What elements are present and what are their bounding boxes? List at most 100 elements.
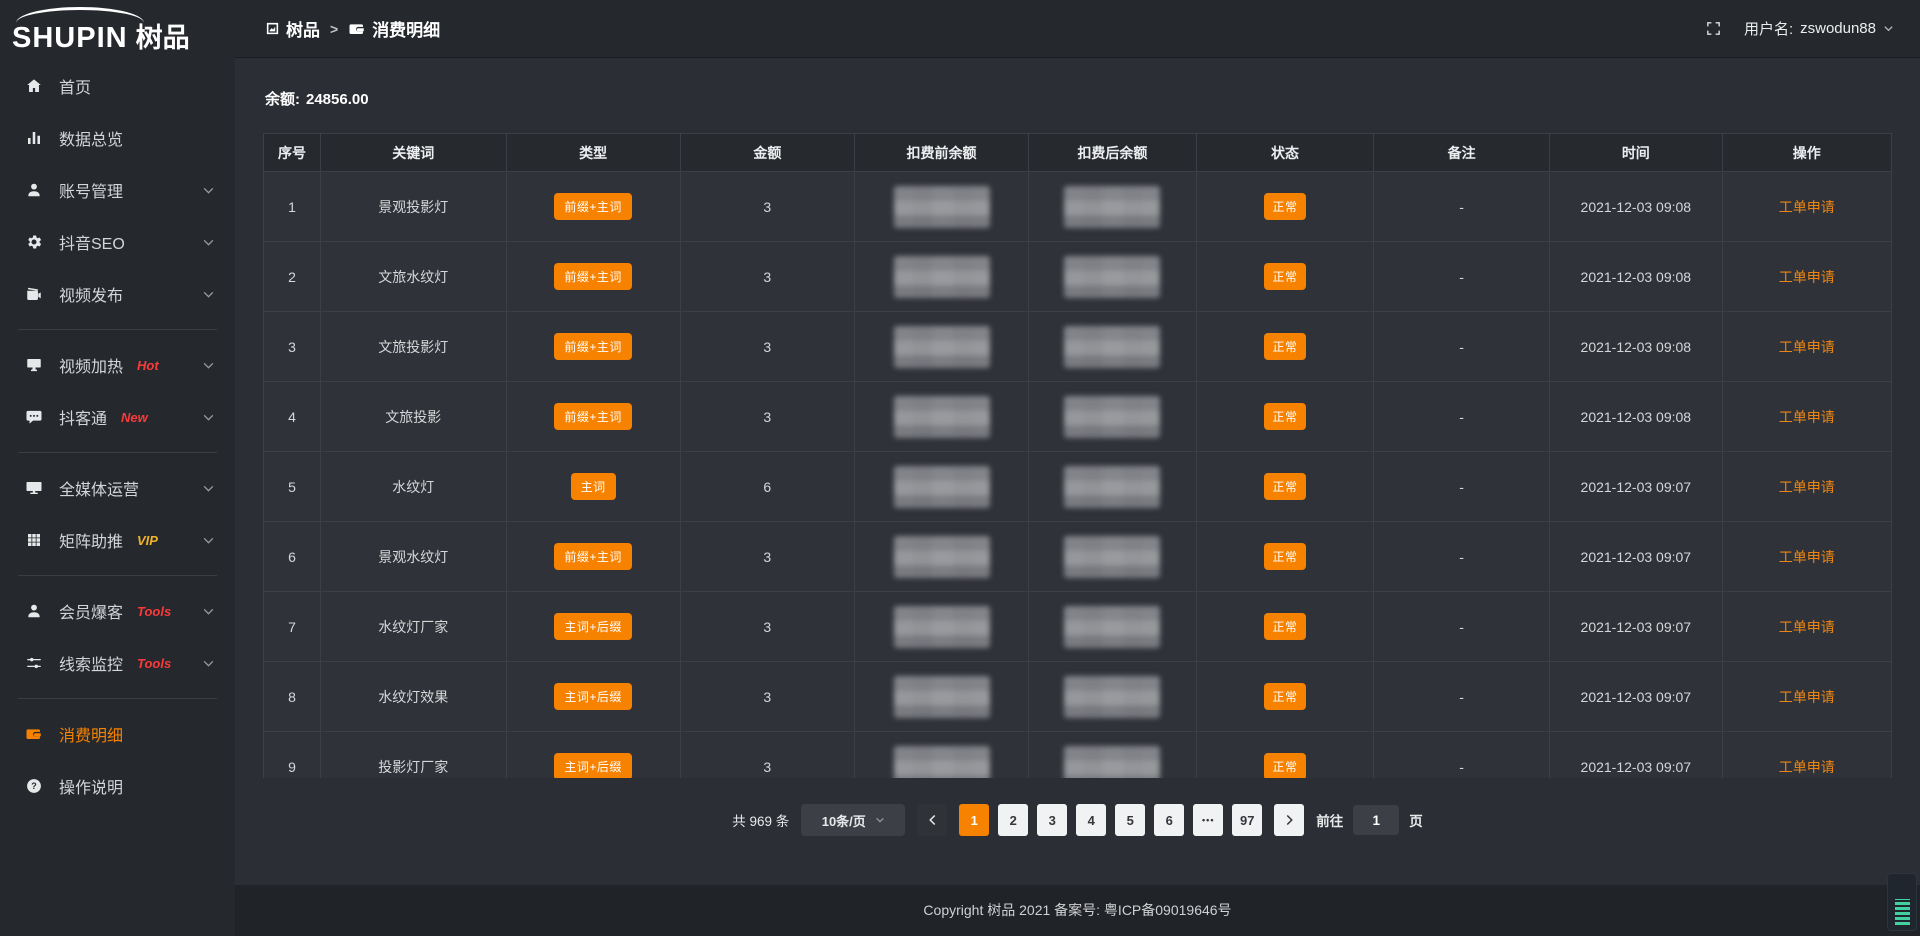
topbar: 树品>消费明细 用户名: zswodun88 xyxy=(235,0,1920,58)
work-order-link[interactable]: 工单申请 xyxy=(1779,339,1835,355)
user-dropdown[interactable]: 用户名: zswodun88 xyxy=(1744,18,1894,39)
wallet-icon xyxy=(348,20,366,38)
cell-amount: 3 xyxy=(680,382,854,452)
sidebar-item-tag: Hot xyxy=(137,358,159,373)
cell-action: 工单申请 xyxy=(1722,242,1891,312)
page-button-2[interactable]: 2 xyxy=(998,804,1028,836)
floating-corner-widget[interactable] xyxy=(1887,873,1917,931)
cell-remark: - xyxy=(1374,172,1550,242)
cell-status: 正常 xyxy=(1196,242,1373,312)
page-button-6[interactable]: 6 xyxy=(1154,804,1184,836)
work-order-link[interactable]: 工单申请 xyxy=(1779,549,1835,565)
balance: 余额:24856.00 xyxy=(265,88,1890,109)
sidebar-item-account-management[interactable]: 账号管理 xyxy=(0,164,235,216)
cell-type: 主词+后缀 xyxy=(506,592,680,662)
cell-status: 正常 xyxy=(1196,172,1373,242)
censored-value xyxy=(894,326,990,368)
cell-action: 工单申请 xyxy=(1722,592,1891,662)
work-order-link[interactable]: 工单申请 xyxy=(1779,199,1835,215)
cell-remark: - xyxy=(1374,382,1550,452)
page-button-1[interactable]: 1 xyxy=(959,804,989,836)
status-badge: 正常 xyxy=(1264,753,1305,778)
table-row: 1景观投影灯前缀+主词3正常-2021-12-03 09:08工单申请 xyxy=(264,172,1892,242)
status-badge: 正常 xyxy=(1264,333,1305,360)
sidebar-item-label: 操作说明 xyxy=(59,774,123,798)
prev-page-button[interactable] xyxy=(917,804,947,836)
cell-time: 2021-12-03 09:08 xyxy=(1550,312,1723,382)
work-order-link[interactable]: 工单申请 xyxy=(1779,479,1835,495)
consumption-table: 序号关键词类型金额扣费前余额扣费后余额状态备注时间操作 1景观投影灯前缀+主词3… xyxy=(263,133,1892,778)
cell-keyword: 投影灯厂家 xyxy=(320,732,506,779)
svg-text:?: ? xyxy=(31,781,37,791)
chevron-down-icon xyxy=(202,288,215,301)
status-badge: 正常 xyxy=(1264,683,1305,710)
cell-index: 3 xyxy=(264,312,321,382)
sidebar-item-home[interactable]: 首页 xyxy=(0,60,235,112)
page-button-3[interactable]: 3 xyxy=(1037,804,1067,836)
status-badge: 正常 xyxy=(1264,543,1305,570)
sidebar-item-data-overview[interactable]: 数据总览 xyxy=(0,112,235,164)
cell-status: 正常 xyxy=(1196,592,1373,662)
cell-amount: 3 xyxy=(680,592,854,662)
cell-keyword: 景观水纹灯 xyxy=(320,522,506,592)
cell-status: 正常 xyxy=(1196,312,1373,382)
main-area: 树品>消费明细 用户名: zswodun88 余额:24856.00 xyxy=(235,0,1920,936)
fullscreen-icon[interactable] xyxy=(1705,20,1722,37)
status-badge: 正常 xyxy=(1264,473,1305,500)
status-badge: 正常 xyxy=(1264,193,1305,220)
page-button-97[interactable]: 97 xyxy=(1232,804,1262,836)
work-order-link[interactable]: 工单申请 xyxy=(1779,409,1835,425)
page-button-4[interactable]: 4 xyxy=(1076,804,1106,836)
cell-keyword: 景观投影灯 xyxy=(320,172,506,242)
sidebar-item-operation-guide[interactable]: ? 操作说明 xyxy=(0,760,235,812)
sidebar-item-video-publish[interactable]: 视频发布 xyxy=(0,268,235,320)
cell-pre-balance xyxy=(854,592,1028,662)
breadcrumb: 树品>消费明细 xyxy=(265,16,440,41)
table-row: 2文旅水纹灯前缀+主词3正常-2021-12-03 09:08工单申请 xyxy=(264,242,1892,312)
page-size-select[interactable]: 10条/页 xyxy=(801,804,905,836)
sidebar-item-doukertong[interactable]: 抖客通New xyxy=(0,391,235,443)
cell-time: 2021-12-03 09:08 xyxy=(1550,172,1723,242)
work-order-link[interactable]: 工单申请 xyxy=(1779,269,1835,285)
cell-post-balance xyxy=(1029,732,1197,779)
censored-value xyxy=(894,256,990,298)
username-value: zswodun88 xyxy=(1800,20,1876,37)
more-pages-button[interactable]: ••• xyxy=(1193,804,1223,836)
member-icon xyxy=(24,601,44,621)
sidebar-item-video-heat[interactable]: 视频加热Hot xyxy=(0,339,235,391)
sidebar-item-douyin-seo[interactable]: 抖音SEO xyxy=(0,216,235,268)
sidebar-item-clue-monitor[interactable]: 线索监控Tools xyxy=(0,637,235,689)
pagination: 共 969 条 10条/页 123456•••97 前往 页 xyxy=(263,804,1892,836)
chevron-down-icon xyxy=(202,236,215,249)
work-order-link[interactable]: 工单申请 xyxy=(1779,689,1835,705)
sidebar-item-member-booster[interactable]: 会员爆客Tools xyxy=(0,585,235,637)
censored-value xyxy=(894,536,990,578)
sidebar: SHUPIN树品 首页数据总览账号管理抖音SEO视频发布视频加热Hot抖客通Ne… xyxy=(0,0,235,936)
page-button-5[interactable]: 5 xyxy=(1115,804,1145,836)
gear-icon xyxy=(24,232,44,252)
cell-action: 工单申请 xyxy=(1722,452,1891,522)
censored-value xyxy=(894,606,990,648)
cell-action: 工单申请 xyxy=(1722,172,1891,242)
sidebar-item-matrix-boost[interactable]: 矩阵助推VIP xyxy=(0,514,235,566)
crumb-consumption-detail[interactable]: 消费明细 xyxy=(348,16,440,41)
work-order-link[interactable]: 工单申请 xyxy=(1779,619,1835,635)
video-icon xyxy=(24,284,44,304)
chevron-down-icon xyxy=(202,657,215,670)
sidebar-item-label: 首页 xyxy=(59,74,91,98)
column-header: 状态 xyxy=(1196,134,1373,172)
sidebar-item-media-operation[interactable]: 全媒体运营 xyxy=(0,462,235,514)
sidebar-item-consumption-detail[interactable]: 消费明细 xyxy=(0,708,235,760)
cell-index: 7 xyxy=(264,592,321,662)
sliders-icon xyxy=(24,653,44,673)
cell-type: 前缀+主词 xyxy=(506,312,680,382)
cell-type: 前缀+主词 xyxy=(506,172,680,242)
work-order-link[interactable]: 工单申请 xyxy=(1779,759,1835,775)
table-row: 7水纹灯厂家主词+后缀3正常-2021-12-03 09:07工单申请 xyxy=(264,592,1892,662)
cell-index: 5 xyxy=(264,452,321,522)
crumb-shupin[interactable]: 树品 xyxy=(265,16,320,41)
next-page-button[interactable] xyxy=(1274,804,1304,836)
sidebar-divider xyxy=(18,575,217,576)
goto-page-input[interactable] xyxy=(1353,805,1399,835)
type-badge: 前缀+主词 xyxy=(554,543,632,570)
